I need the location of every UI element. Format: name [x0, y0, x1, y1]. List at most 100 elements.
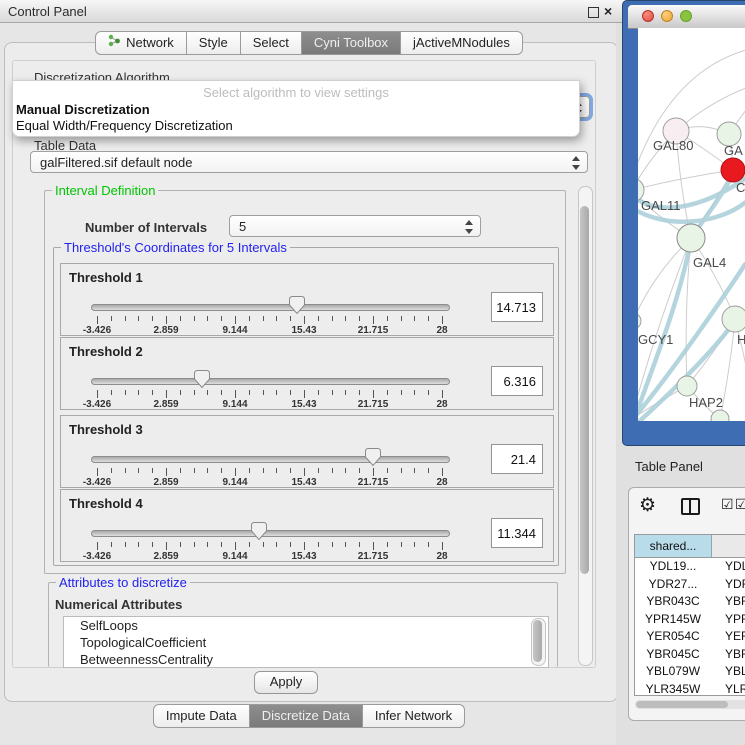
- node-hap2[interactable]: [677, 376, 697, 396]
- tab-label: Impute Data: [166, 705, 237, 727]
- slider-track: [91, 530, 450, 537]
- threshold-3-panel: Threshold 3 -3.4262.8599.14415.4321.7152…: [60, 415, 554, 488]
- tab-select[interactable]: Select: [241, 31, 302, 55]
- tab-label: Style: [199, 32, 228, 54]
- slider-scale: -3.4262.8599.14415.4321.71528: [97, 390, 442, 408]
- node-table[interactable]: shared... n YDL19...YDL1 YDR27...YDR2 YB…: [634, 534, 745, 696]
- interval-definition-group: Interval Definition Number of Intervals …: [44, 190, 566, 574]
- number-of-intervals-combobox[interactable]: 5: [229, 215, 481, 237]
- threshold-1-slider[interactable]: -3.4262.8599.14415.4321.71528: [91, 300, 448, 334]
- table-horizontal-scrollbar[interactable]: [635, 700, 745, 709]
- node-red-selected[interactable]: [721, 158, 745, 182]
- table-data-combobox[interactable]: galFiltered.sif default node: [30, 151, 588, 173]
- node-right-h[interactable]: [722, 306, 745, 332]
- threshold-2-label: Threshold 2: [69, 344, 143, 359]
- threshold-1-value-input[interactable]: [491, 292, 543, 322]
- apply-button[interactable]: Apply: [254, 671, 318, 694]
- node-bottom[interactable]: [711, 410, 729, 421]
- tab-infer-network[interactable]: Infer Network: [363, 704, 465, 728]
- column-header-name[interactable]: n: [712, 535, 745, 557]
- interval-definition-title: Interval Definition: [52, 183, 158, 198]
- dropdown-option-manual[interactable]: Manual Discretization: [16, 102, 150, 117]
- close-panel-icon[interactable]: ×: [604, 3, 612, 19]
- gear-icon[interactable]: ⚙: [639, 494, 656, 517]
- attributes-title: Attributes to discretize: [56, 575, 190, 590]
- threshold-3-value-input[interactable]: [491, 444, 543, 474]
- thresholds-title: Threshold's Coordinates for 5 Intervals: [61, 240, 290, 255]
- node-gcy1[interactable]: [638, 313, 641, 329]
- network-canvas[interactable]: GAL80 GA C GAL11 GAL4 GCY1 H HAP2: [638, 28, 745, 421]
- tab-discretize-data[interactable]: Discretize Data: [250, 704, 363, 728]
- slider-scale: -3.4262.8599.14415.4321.71528: [97, 468, 442, 486]
- network-window: GAL80 GA C GAL11 GAL4 GCY1 H HAP2: [622, 0, 745, 446]
- table-data-value: galFiltered.sif default node: [40, 155, 192, 170]
- table-row[interactable]: YER054CYER0: [635, 628, 745, 646]
- threshold-4-value-input[interactable]: [491, 518, 543, 548]
- slider-track: [91, 304, 450, 311]
- table-row[interactable]: YDR27...YDR2: [635, 576, 745, 594]
- slider-track: [91, 378, 450, 385]
- list-scrollbar[interactable]: [531, 618, 546, 666]
- node-label-gal4: GAL4: [693, 255, 726, 270]
- threshold-2-slider[interactable]: -3.4262.8599.14415.4321.71528: [91, 374, 448, 408]
- list-item[interactable]: BetweennessCentrality: [64, 651, 548, 668]
- bottom-tab-bar: Impute Data Discretize Data Infer Networ…: [0, 704, 618, 728]
- dropdown-hint: Select algorithm to view settings: [13, 85, 579, 100]
- network-icon: [108, 32, 121, 54]
- threshold-1-panel: Threshold 1 -3.4262.8599.14415.4321.7152…: [60, 263, 554, 336]
- table-row[interactable]: YBR043CYBR0: [635, 593, 745, 611]
- list-item[interactable]: TopologicalCoefficient: [64, 634, 548, 651]
- combo-stepper-icon: [571, 156, 580, 170]
- split-columns-icon[interactable]: [681, 498, 700, 515]
- threshold-3-slider[interactable]: -3.4262.8599.14415.4321.71528: [91, 452, 448, 486]
- tab-style[interactable]: Style: [187, 31, 241, 55]
- tab-impute-data[interactable]: Impute Data: [153, 704, 250, 728]
- close-traffic-light-icon[interactable]: [642, 10, 654, 22]
- tab-label: Network: [126, 32, 174, 54]
- slider-thumb[interactable]: [251, 522, 267, 540]
- slider-thumb[interactable]: [289, 296, 305, 314]
- threshold-3-label: Threshold 3: [69, 422, 143, 437]
- slider-scale: -3.4262.8599.14415.4321.71528: [97, 316, 442, 334]
- node-label-c-clipped: C: [736, 180, 745, 195]
- tab-label: Select: [253, 32, 289, 54]
- minimize-traffic-light-icon[interactable]: [661, 10, 673, 22]
- column-header-shared-name[interactable]: shared...: [635, 535, 712, 557]
- slider-thumb[interactable]: [194, 370, 210, 388]
- table-row[interactable]: YBR045CYBR0: [635, 646, 745, 664]
- table-row[interactable]: YDL19...YDL1: [635, 558, 745, 576]
- tab-label: Discretize Data: [262, 705, 350, 727]
- dropdown-option-equal-width[interactable]: Equal Width/Frequency Discretization: [16, 118, 233, 133]
- node-label-hap2: HAP2: [689, 395, 723, 410]
- checkbox-icon[interactable]: ☑: [735, 496, 745, 513]
- settings-scrollbar[interactable]: [578, 186, 593, 666]
- tab-jactivemnodules[interactable]: jActiveMNodules: [401, 31, 523, 55]
- attributes-group: Attributes to discretize Numerical Attri…: [48, 582, 558, 667]
- thresholds-group: Threshold's Coordinates for 5 Intervals …: [53, 247, 559, 566]
- number-of-intervals-label: Number of Intervals: [85, 220, 207, 235]
- list-item[interactable]: SelfLoops: [64, 617, 548, 634]
- network-window-titlebar: [628, 5, 745, 29]
- combo-stepper-icon: [464, 220, 473, 234]
- numerical-attributes-list[interactable]: SelfLoops TopologicalCoefficient Between…: [63, 616, 549, 668]
- table-panel: ⚙ ☑ ☑ shared... n YDL19...YDL1 YDR27...Y…: [628, 487, 745, 721]
- threshold-4-label: Threshold 4: [69, 496, 143, 511]
- app-screen: Control Panel × Network Style Select Cyn…: [0, 0, 745, 745]
- node-gal4[interactable]: [677, 224, 705, 252]
- table-panel-title: Table Panel: [635, 459, 703, 474]
- table-row[interactable]: YPR145WYPR1: [635, 611, 745, 629]
- threshold-2-value-input[interactable]: [491, 366, 543, 396]
- threshold-2-panel: Threshold 2 -3.4262.8599.14415.4321.7152…: [60, 337, 554, 410]
- slider-thumb[interactable]: [365, 448, 381, 466]
- tab-cyni-toolbox[interactable]: Cyni Toolbox: [302, 31, 401, 55]
- node-label-h-clipped: H: [737, 332, 745, 347]
- threshold-4-slider[interactable]: -3.4262.8599.14415.4321.71528: [91, 526, 448, 560]
- zoom-traffic-light-icon[interactable]: [680, 10, 692, 22]
- panel-title: Control Panel: [8, 4, 87, 19]
- table-row[interactable]: YBL079WYBL0: [635, 663, 745, 681]
- float-panel-icon[interactable]: [588, 7, 599, 18]
- table-row[interactable]: YLR345WYLR3: [635, 681, 745, 697]
- node-label-gal11: GAL11: [641, 198, 681, 213]
- checkbox-icon[interactable]: ☑: [721, 496, 734, 513]
- tab-network[interactable]: Network: [95, 31, 187, 55]
